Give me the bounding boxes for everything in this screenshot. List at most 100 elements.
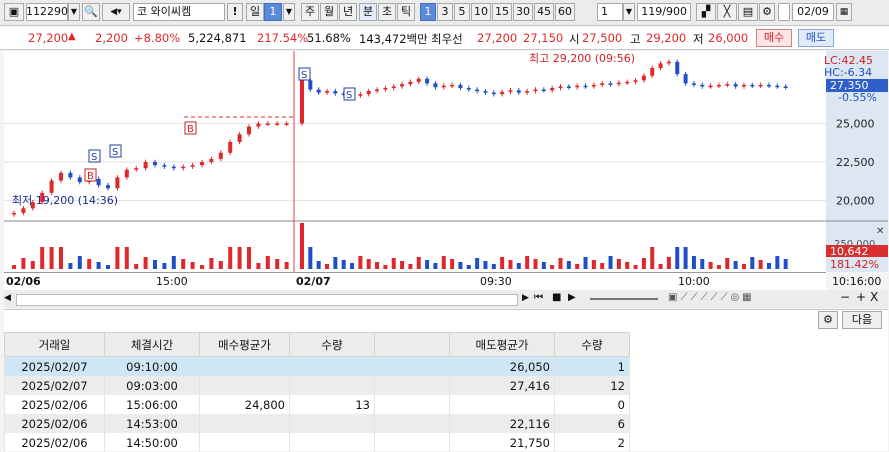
- candle: [708, 85, 713, 88]
- col-sell-qty[interactable]: 수량: [554, 332, 630, 357]
- table-row[interactable]: 2025/02/06 15:06:00 24,800 13 0: [4, 395, 630, 414]
- volume-bar: [491, 264, 496, 269]
- period-month-button[interactable]: 월: [320, 3, 338, 21]
- table-row[interactable]: 2025/02/06 14:53:00 22,116 6: [4, 414, 630, 433]
- volume-bar: [425, 260, 430, 269]
- volume-bar: [383, 265, 388, 269]
- chart-scrollbar[interactable]: [16, 294, 518, 306]
- volume-bar: [265, 256, 270, 269]
- speaker-icon[interactable]: ◀▾: [102, 3, 130, 21]
- candle: [171, 166, 176, 169]
- table-row[interactable]: 2025/02/07 09:03:00 27,416 12: [4, 376, 630, 395]
- period-dropdown-icon[interactable]: ▼: [283, 3, 295, 21]
- minute-60-button[interactable]: 60: [555, 3, 575, 21]
- candle: [115, 177, 120, 189]
- time-label: 02/06: [6, 275, 41, 288]
- zoom-out-icon[interactable]: −: [840, 290, 850, 304]
- buy-button[interactable]: 매수: [756, 29, 792, 47]
- candle: [450, 84, 455, 87]
- date-input[interactable]: 02/09: [792, 3, 834, 21]
- candle: [525, 91, 530, 93]
- volume-bar: [391, 258, 396, 269]
- minute-10-button[interactable]: 10: [471, 3, 491, 21]
- minute-45-button[interactable]: 45: [534, 3, 554, 21]
- sell-button[interactable]: 매도: [798, 29, 834, 47]
- cell: [449, 395, 555, 414]
- indicator-icon[interactable]: ▞: [696, 3, 716, 21]
- candle: [491, 92, 496, 95]
- period-year-button[interactable]: 년: [339, 3, 357, 21]
- line-tool-icon[interactable]: ╳: [717, 3, 737, 21]
- count-dropdown-icon[interactable]: ▼: [623, 3, 635, 21]
- col-exec-time[interactable]: 체결시간: [104, 332, 200, 357]
- minute-5-button[interactable]: 5: [454, 3, 470, 21]
- period-tick-button[interactable]: 틱: [397, 3, 415, 21]
- price-chart[interactable]: 20,000 22,500 25,000 최고 29,200 (09:56) 최저 …: [4, 51, 888, 289]
- col-trade-date[interactable]: 거래일: [4, 332, 105, 357]
- volume-bar: [30, 261, 35, 269]
- quote-bar: 27,200 ▲ 2,200 +8.80% 5,224,871 217.54% …: [0, 27, 889, 50]
- drawing-tools-icon[interactable]: ▣⟋⟋⟋⟋⟋◎▦: [668, 292, 755, 303]
- minute-1-button[interactable]: 1: [420, 3, 436, 21]
- volume-bar: [106, 265, 110, 269]
- candle: [558, 86, 563, 89]
- stock-code-input[interactable]: 112290: [26, 3, 68, 21]
- date-checkbox[interactable]: [778, 3, 790, 21]
- code-dropdown-icon[interactable]: ▼: [68, 3, 80, 21]
- table-row[interactable]: 2025/02/06 14:50:00 21,750 2: [4, 433, 630, 452]
- svg-text:B: B: [187, 124, 194, 135]
- volume-bar: [143, 257, 148, 269]
- period-second-button[interactable]: 초: [378, 3, 396, 21]
- minute-30-button[interactable]: 30: [513, 3, 533, 21]
- panel-close-icon[interactable]: ✕: [876, 226, 884, 237]
- cell: 24,800: [199, 395, 290, 414]
- scroll-left-icon[interactable]: ◀: [4, 293, 14, 305]
- time-label: 10:16:00: [832, 275, 882, 288]
- candle: [666, 61, 671, 64]
- save-icon[interactable]: ▤: [738, 3, 758, 21]
- play-icon[interactable]: ▶: [568, 292, 576, 303]
- speed-slider[interactable]: [590, 298, 658, 300]
- gear-icon[interactable]: ⚙: [818, 311, 838, 329]
- warning-button[interactable]: !: [227, 3, 243, 21]
- zoom-in-icon[interactable]: +: [856, 290, 866, 304]
- period-minute-button[interactable]: 분: [359, 3, 377, 21]
- table-header: 거래일 체결시간 매수평균가 수량 매도평균가 수량: [4, 332, 630, 357]
- stock-name-field[interactable]: 코 와이씨켐: [133, 3, 225, 21]
- count-input[interactable]: 1: [597, 3, 623, 21]
- search-icon[interactable]: 🔍: [82, 3, 100, 21]
- col-buy-avg[interactable]: 매수평균가: [199, 332, 290, 357]
- volume-bar: [341, 260, 346, 269]
- table-row[interactable]: 2025/02/07 09:10:00 26,050 1: [4, 356, 630, 376]
- col-empty[interactable]: [374, 332, 450, 357]
- settings-icon[interactable]: ⚙: [759, 3, 775, 21]
- candle: [725, 84, 730, 86]
- cell: [289, 414, 375, 433]
- marker-s-4: S: [343, 87, 356, 101]
- scroll-right-icon[interactable]: ▶: [522, 293, 529, 303]
- calendar-icon[interactable]: ▦: [836, 3, 852, 21]
- window-icon[interactable]: ▣: [4, 3, 24, 21]
- marker-s-3: S: [298, 67, 311, 81]
- period-week-button[interactable]: 주: [301, 3, 319, 21]
- next-button[interactable]: 다음: [842, 311, 882, 329]
- zoom-reset-icon[interactable]: Ⅹ: [870, 290, 878, 304]
- volume-bar: [350, 263, 355, 269]
- svg-text:S: S: [91, 152, 97, 163]
- col-buy-qty[interactable]: 수량: [289, 332, 375, 357]
- turnover: 51.68%: [307, 31, 351, 45]
- col-sell-avg[interactable]: 매도평균가: [449, 332, 555, 357]
- rewind-icon[interactable]: ⏮: [534, 292, 543, 303]
- volume-bar: [400, 261, 405, 269]
- stop-icon[interactable]: ■: [552, 292, 561, 303]
- period-value[interactable]: 1: [264, 3, 282, 21]
- svg-text:S: S: [301, 70, 307, 81]
- period-day-button[interactable]: 일: [246, 3, 264, 21]
- minute-15-button[interactable]: 15: [492, 3, 512, 21]
- volume-bar: [700, 259, 705, 269]
- minute-3-button[interactable]: 3: [437, 3, 453, 21]
- candle: [190, 165, 195, 167]
- cell: 14:53:00: [104, 414, 200, 433]
- low-label: 저: [693, 32, 704, 46]
- candle: [77, 177, 82, 183]
